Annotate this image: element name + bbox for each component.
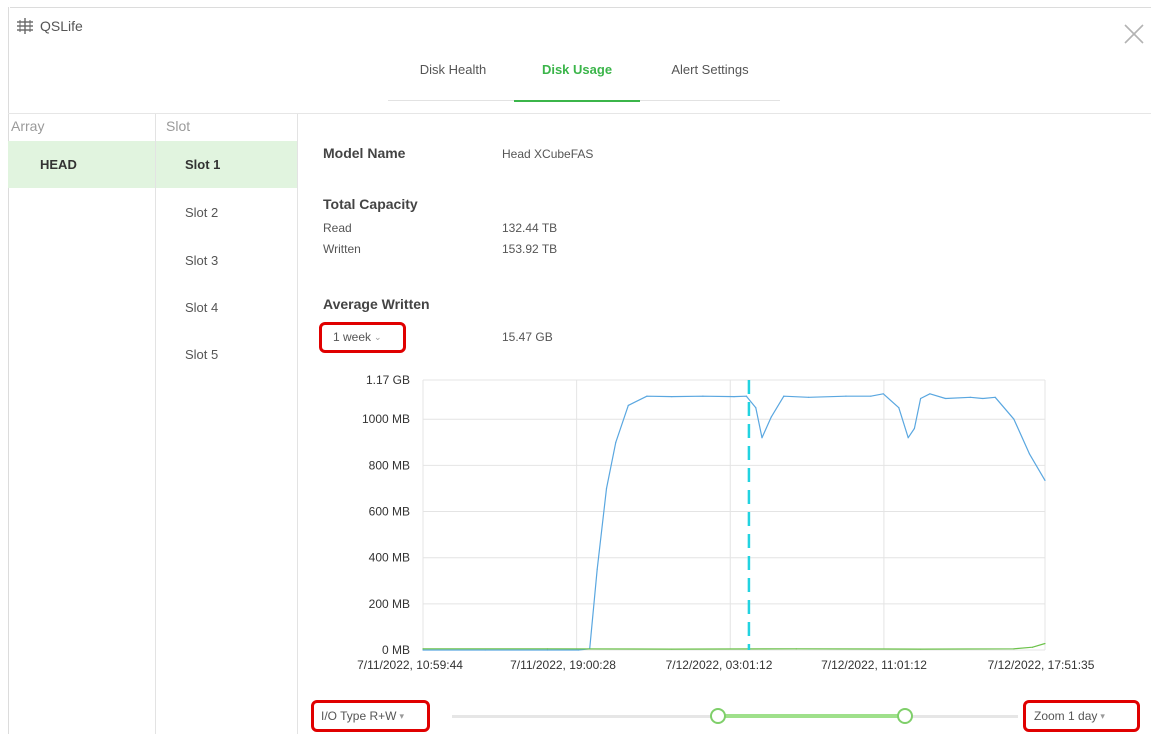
tab-disk-health[interactable]: Disk Health — [408, 54, 498, 101]
total-capacity-label: Total Capacity — [323, 196, 418, 212]
range-slider-selection[interactable] — [718, 714, 905, 718]
series-point — [546, 649, 548, 651]
series-point — [920, 648, 922, 650]
series-point — [671, 648, 673, 650]
zoom-select-value: Zoom 1 day — [1034, 709, 1098, 723]
range-slider-left-handle[interactable] — [710, 708, 727, 724]
app-title: QSLife — [40, 18, 83, 34]
io-type-select[interactable]: I/O Type R+W ▾ — [321, 709, 404, 723]
x-tick-label: 7/12/2022, 17:51:35 — [988, 658, 1095, 672]
array-column-header: Array — [11, 118, 45, 134]
series-point — [969, 396, 971, 398]
qslife-logo-icon — [17, 18, 33, 34]
series-point — [761, 437, 763, 439]
period-select-value: 1 week — [333, 330, 372, 344]
y-tick-label: 1000 MB — [362, 412, 410, 426]
window-top-border — [10, 7, 1151, 8]
series-point — [546, 648, 548, 650]
series-point — [882, 393, 884, 395]
model-name-label: Model Name — [323, 145, 406, 161]
range-slider-right-handle[interactable] — [896, 708, 913, 724]
slot-item-5[interactable]: Slot 5 — [185, 347, 218, 362]
period-select[interactable]: 1 week ⌄ — [333, 330, 382, 344]
series-point — [845, 395, 847, 397]
series-point — [944, 397, 947, 400]
series-point — [577, 649, 580, 651]
y-tick-label: 0 MB — [382, 643, 410, 657]
series-point — [422, 648, 424, 650]
series-point — [982, 397, 984, 400]
series-point — [646, 395, 648, 397]
io-type-select-value: I/O Type R+W — [321, 709, 397, 723]
zoom-select[interactable]: Zoom 1 day ▾ — [1034, 709, 1105, 723]
series-point — [615, 441, 617, 443]
series-point — [1013, 648, 1015, 650]
x-tick-label: 7/12/2022, 03:01:12 — [666, 658, 773, 672]
slot-column-header: Slot — [166, 118, 191, 134]
written-value: 153.92 TB — [502, 242, 558, 256]
series-point — [733, 396, 735, 398]
x-tick-label: 7/11/2022, 19:00:28 — [510, 658, 616, 672]
caret-down-icon: ▾ — [399, 710, 404, 721]
tab-alert-settings[interactable]: Alert Settings — [656, 54, 764, 101]
series-point — [783, 395, 785, 397]
close-icon[interactable] — [1122, 22, 1146, 46]
series-point — [605, 487, 608, 490]
average-written-label: Average Written — [323, 296, 430, 312]
tab-disk-usage[interactable]: Disk Usage — [514, 54, 640, 102]
y-tick-label: 200 MB — [369, 597, 410, 611]
series-point — [770, 416, 772, 418]
series-point — [870, 395, 872, 397]
series-point — [627, 404, 629, 406]
series-point — [1031, 646, 1034, 648]
slot-item-4[interactable]: Slot 4 — [185, 300, 218, 315]
series-point — [755, 407, 757, 409]
series-point — [422, 649, 424, 651]
series-point — [913, 427, 915, 430]
series-point — [671, 396, 673, 398]
series-point — [994, 396, 996, 398]
series-point — [745, 395, 748, 397]
slot-item-3[interactable]: Slot 3 — [185, 253, 218, 268]
y-tick-label: 800 MB — [369, 458, 410, 472]
series-point — [1028, 453, 1031, 455]
series-point — [1013, 418, 1015, 420]
series-point — [484, 649, 486, 651]
app-header: QSLife — [16, 18, 83, 34]
array-column: Array HEAD — [8, 114, 156, 734]
slot-column: Slot Slot 1 Slot 2 Slot 3 Slot 4 Slot 5 — [156, 114, 298, 734]
series-point — [929, 393, 931, 395]
average-written-value: 15.47 GB — [502, 330, 553, 344]
tab-bar: Disk Health Disk Usage Alert Settings — [388, 54, 780, 102]
series-point — [596, 568, 598, 570]
usage-chart: 1.17 GB 1000 MB 800 MB 600 MB 400 MB 200 MB 0 … — [357, 373, 1095, 672]
series-point — [702, 395, 704, 397]
y-tick-label: 1.17 GB — [366, 373, 410, 387]
x-tick-label: 7/11/2022, 10:59:44 — [357, 658, 463, 672]
y-tick-label: 400 MB — [369, 551, 410, 565]
series-blue-line — [423, 393, 1046, 651]
read-value: 132.44 TB — [502, 221, 558, 235]
slot-item-2[interactable]: Slot 2 — [185, 205, 218, 220]
chevron-down-icon: ⌄ — [374, 331, 382, 342]
series-point — [1044, 479, 1046, 481]
series-point — [1044, 642, 1046, 645]
series-point — [907, 437, 909, 439]
series-point — [898, 407, 900, 409]
written-label: Written — [323, 242, 361, 256]
slot-item-1[interactable]: Slot 1 — [156, 141, 297, 188]
series-point — [920, 397, 922, 400]
x-tick-label: 7/12/2022, 11:01:12 — [821, 658, 927, 672]
array-item-head[interactable]: HEAD — [8, 141, 155, 188]
caret-down-icon: ▾ — [1100, 710, 1105, 721]
series-green-line — [423, 642, 1046, 650]
series-point — [795, 648, 797, 650]
model-name-value: Head XCubeFAS — [502, 147, 594, 161]
read-label: Read — [323, 221, 352, 235]
series-point — [808, 396, 810, 398]
y-tick-label: 600 MB — [369, 505, 410, 519]
